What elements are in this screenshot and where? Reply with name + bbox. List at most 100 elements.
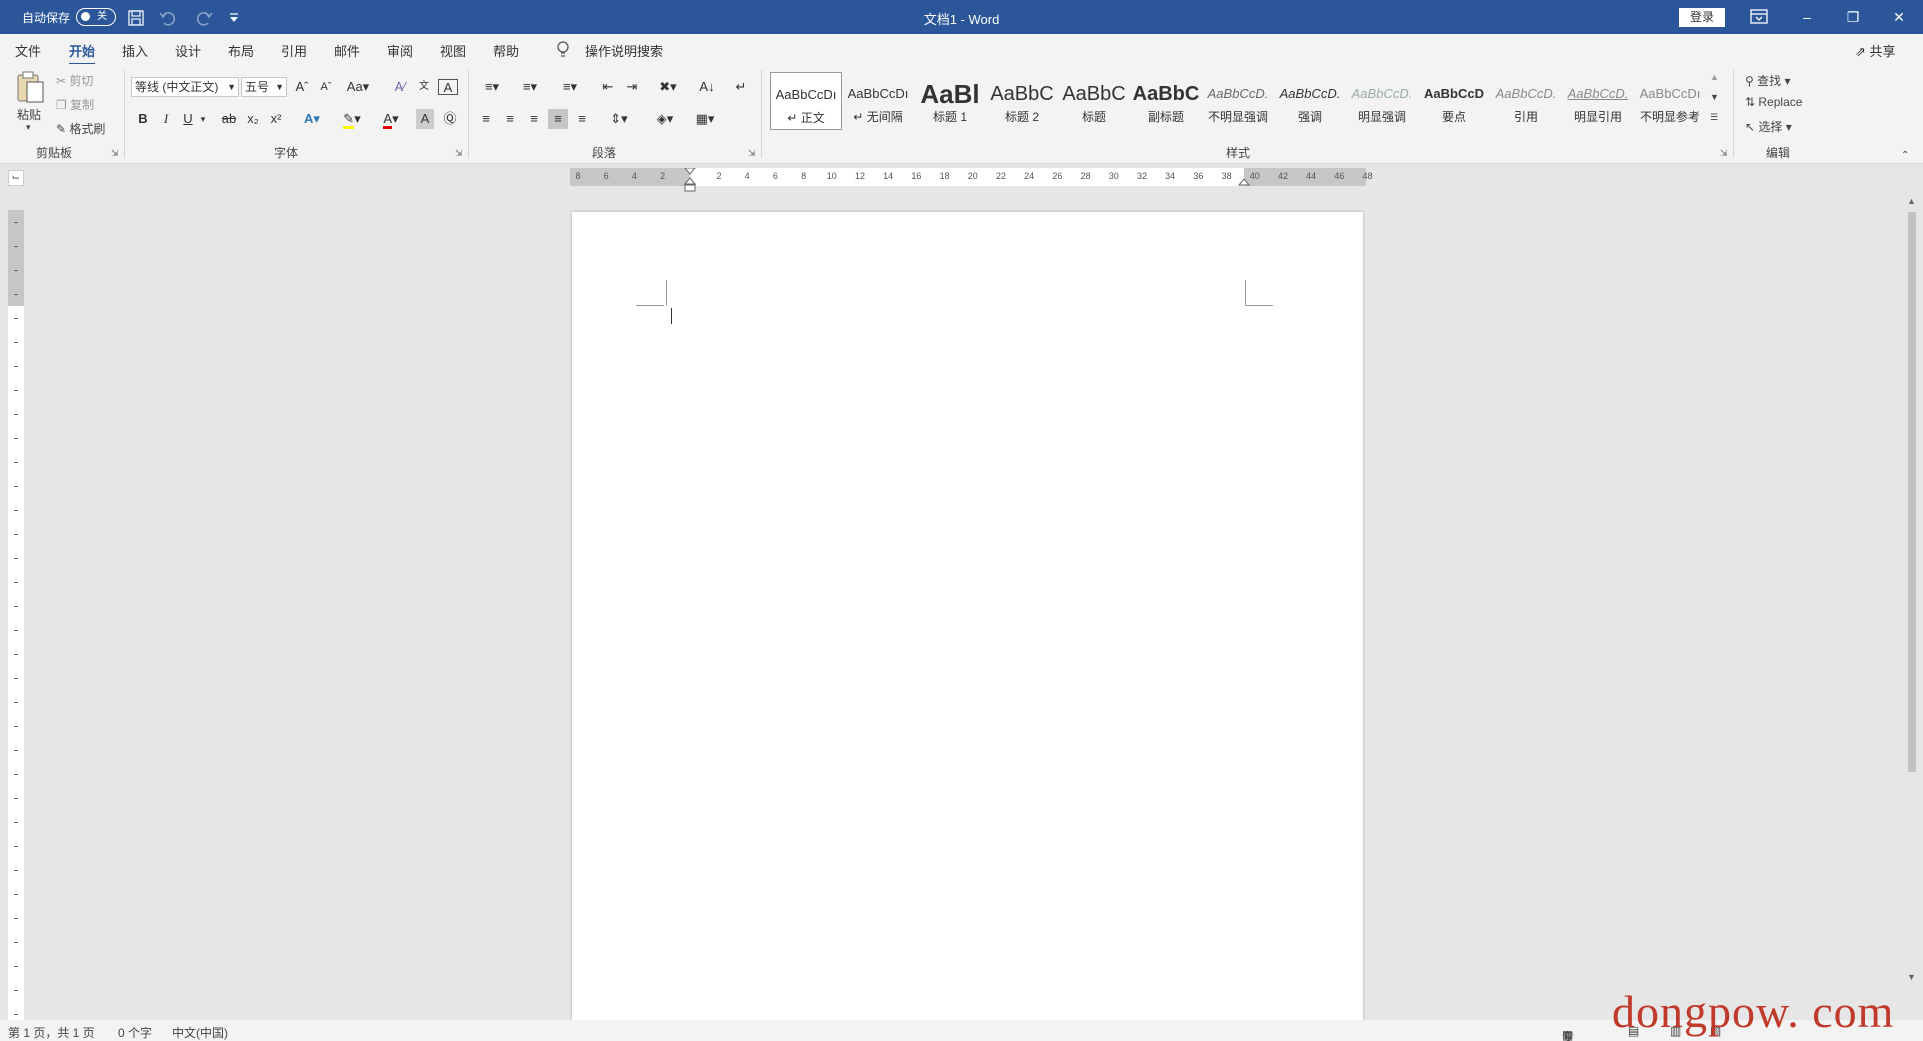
style-intense-quote[interactable]: AaBbCcD. 明显引用 <box>1562 72 1634 130</box>
bold-button[interactable]: B <box>135 109 151 129</box>
tab-selector[interactable]: ⌙ <box>8 170 24 186</box>
tab-review[interactable]: 审阅 <box>387 41 413 60</box>
select-button[interactable]: ↖ 选择 ▾ <box>1745 118 1792 135</box>
word-count[interactable]: 0 个字 <box>118 1024 152 1041</box>
tab-insert[interactable]: 插入 <box>122 41 148 60</box>
increase-indent-icon[interactable]: ⇥ <box>622 77 642 97</box>
language-indicator[interactable]: 中文(中国) <box>172 1024 228 1041</box>
character-shading-icon[interactable]: A <box>416 109 434 129</box>
change-case-icon[interactable]: Aa▾ <box>344 77 372 97</box>
crop-mark-left <box>636 305 664 306</box>
clear-formatting-icon[interactable]: A∕ <box>390 77 410 97</box>
style-quote[interactable]: AaBbCcD. 引用 <box>1490 72 1562 130</box>
align-right-icon[interactable]: ≡ <box>524 109 544 129</box>
style-preview: AaBbC <box>1062 83 1126 105</box>
font-color-icon[interactable]: A▾ <box>377 109 405 129</box>
cut-button[interactable]: ✂ 剪切 <box>56 72 93 89</box>
page-count[interactable]: 第 1 页，共 1 页 <box>8 1024 95 1041</box>
style-title[interactable]: AaBbC 标题 <box>1058 72 1130 130</box>
align-center-icon[interactable]: ≡ <box>500 109 520 129</box>
paste-icon[interactable] <box>15 70 45 104</box>
strikethrough-icon[interactable]: ab <box>219 109 239 129</box>
style-heading2[interactable]: AaBbC 标题 2 <box>986 72 1058 130</box>
underline-button[interactable]: U <box>180 109 196 129</box>
close-button[interactable]: ✕ <box>1876 0 1922 34</box>
style-emphasis[interactable]: AaBbCcD. 强调 <box>1274 72 1346 130</box>
right-indent-marker-icon[interactable] <box>1238 176 1250 186</box>
grow-font-icon[interactable]: Aˆ <box>292 77 312 97</box>
shrink-font-icon[interactable]: Aˇ <box>316 77 336 97</box>
scroll-down-icon[interactable]: ▼ <box>1907 972 1916 982</box>
styles-launcher-icon[interactable]: ⇲ <box>1720 148 1728 159</box>
phonetic-guide-icon[interactable]: 文 <box>414 77 434 97</box>
numbering-icon[interactable]: ≡▾ <box>514 77 546 97</box>
style-subtle-reference[interactable]: AaBbCcDı 不明显参考 <box>1634 72 1706 130</box>
ribbon-display-options-icon[interactable] <box>1750 9 1768 25</box>
tab-references[interactable]: 引用 <box>281 41 307 60</box>
decrease-indent-icon[interactable]: ⇤ <box>598 77 618 97</box>
highlight-color-icon[interactable]: ✎▾ <box>338 109 366 129</box>
align-left-icon[interactable]: ≡ <box>476 109 496 129</box>
multilevel-list-icon[interactable]: ≡▾ <box>554 77 586 97</box>
style-strong[interactable]: AaBbCcD 要点 <box>1418 72 1490 130</box>
borders-icon[interactable]: ▦▾ <box>690 109 720 129</box>
font-size-select[interactable]: 五号 ▼ <box>241 77 287 97</box>
scroll-thumb[interactable] <box>1908 212 1916 772</box>
enclose-characters-icon[interactable]: Ⓠ <box>440 109 460 129</box>
style-normal[interactable]: AaBbCcDı ↵ 正文 <box>770 72 842 130</box>
italic-button[interactable]: I <box>158 109 174 129</box>
share-button[interactable]: ⇗ 共享 <box>1855 41 1896 60</box>
style-subtle-emphasis[interactable]: AaBbCcD. 不明显强调 <box>1202 72 1274 130</box>
paragraph-launcher-icon[interactable]: ⇲ <box>748 148 756 159</box>
chevron-down-icon[interactable]: ▾ <box>198 109 208 129</box>
style-subtitle[interactable]: AaBbC 副标题 <box>1130 72 1202 130</box>
style-no-spacing[interactable]: AaBbCcDı ↵ 无间隔 <box>842 72 914 130</box>
vertical-ruler[interactable] <box>8 210 24 1020</box>
find-button[interactable]: ⚲ 查找 ▾ <box>1745 72 1791 89</box>
distributed-icon[interactable]: ≡ <box>572 109 592 129</box>
show-marks-icon[interactable]: ↵ <box>730 77 752 97</box>
format-painter-button[interactable]: ✎ 格式刷 <box>56 120 105 137</box>
replace-button[interactable]: ⇅ Replace <box>1745 95 1802 109</box>
editing-group-label: 编辑 <box>1766 146 1791 160</box>
superscript-icon[interactable]: x² <box>268 109 284 129</box>
sort-icon[interactable]: A↓ <box>696 77 718 97</box>
vertical-scrollbar[interactable]: ▲ ▼ <box>1905 196 1919 1018</box>
character-border-icon[interactable]: A <box>438 79 458 95</box>
line-spacing-icon[interactable]: ⇕▾ <box>604 109 634 129</box>
collapse-ribbon-icon[interactable]: ⌃ <box>1901 150 1909 161</box>
style-intense-emphasis[interactable]: AaBbCcD. 明显强调 <box>1346 72 1418 130</box>
tab-view[interactable]: 视图 <box>440 41 466 60</box>
document-page[interactable] <box>572 212 1363 1020</box>
gallery-scroll-down-icon[interactable]: ▼ <box>1710 92 1719 102</box>
tab-file[interactable]: 文件 <box>15 41 41 60</box>
gallery-more-icon[interactable]: ☰ <box>1710 112 1718 123</box>
tab-design[interactable]: 设计 <box>175 41 201 60</box>
shading-icon[interactable]: ◈▾ <box>650 109 680 129</box>
minimize-button[interactable]: – <box>1784 0 1830 34</box>
clipboard-group-label: 剪贴板 <box>36 146 73 160</box>
font-family-select[interactable]: 等线 (中文正文) ▼ <box>131 77 239 97</box>
indent-marker-icon[interactable] <box>684 168 696 194</box>
chinese-layout-icon[interactable]: ✖▾ <box>652 77 684 97</box>
bullets-icon[interactable]: ≡▾ <box>476 77 508 97</box>
scroll-up-icon[interactable]: ▲ <box>1907 196 1916 206</box>
justify-icon[interactable]: ≡ <box>548 109 568 129</box>
subscript-icon[interactable]: x₂ <box>245 109 261 129</box>
clipboard-launcher-icon[interactable]: ⇲ <box>111 148 119 159</box>
tab-home[interactable]: 开始 <box>69 41 96 66</box>
style-heading1[interactable]: AaBl 标题 1 <box>914 72 986 130</box>
login-button[interactable]: 登录 <box>1679 8 1725 27</box>
text-effects-icon[interactable]: A▾ <box>298 109 326 129</box>
tab-layout[interactable]: 布局 <box>228 41 254 60</box>
tab-mailings[interactable]: 邮件 <box>334 41 360 60</box>
paste-label[interactable]: 粘贴 <box>17 106 41 123</box>
font-launcher-icon[interactable]: ⇲ <box>455 148 463 159</box>
restore-button[interactable]: ❐ <box>1830 0 1876 34</box>
paste-dropdown-icon[interactable]: ▾ <box>26 122 31 133</box>
tell-me-search[interactable]: 操作说明搜索 <box>585 41 663 60</box>
tab-help[interactable]: 帮助 <box>493 41 519 60</box>
gallery-scroll-up-icon[interactable]: ▲ <box>1710 72 1719 82</box>
horizontal-ruler[interactable]: 8 6 4 2 2 4 6 8 10 12 14 16 18 20 22 24 26 28 30 32 34 36 38 40… <box>570 168 1373 192</box>
copy-button[interactable]: ❐ 复制 <box>56 96 94 113</box>
